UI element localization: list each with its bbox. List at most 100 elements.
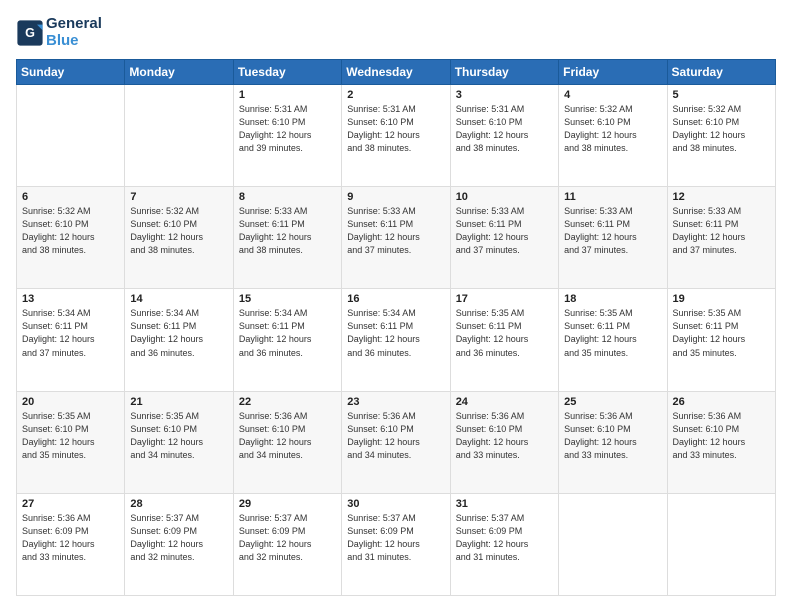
- calendar-cell: 28 Sunrise: 5:37 AM Sunset: 6:09 PM Dayli…: [125, 493, 233, 595]
- calendar-cell: 29 Sunrise: 5:37 AM Sunset: 6:09 PM Dayli…: [233, 493, 341, 595]
- day-number: 4: [564, 89, 661, 101]
- day-info: Sunrise: 5:36 AM Sunset: 6:10 PM Dayligh…: [456, 410, 553, 462]
- calendar-cell: 4 Sunrise: 5:32 AM Sunset: 6:10 PM Daylig…: [559, 85, 667, 187]
- calendar-cell: 30 Sunrise: 5:37 AM Sunset: 6:09 PM Dayli…: [342, 493, 450, 595]
- calendar-cell: 12 Sunrise: 5:33 AM Sunset: 6:11 PM Dayli…: [667, 187, 775, 289]
- calendar-cell: 21 Sunrise: 5:35 AM Sunset: 6:10 PM Dayli…: [125, 391, 233, 493]
- day-number: 20: [22, 396, 119, 408]
- day-number: 17: [456, 293, 553, 305]
- calendar-cell: 23 Sunrise: 5:36 AM Sunset: 6:10 PM Dayli…: [342, 391, 450, 493]
- day-info: Sunrise: 5:33 AM Sunset: 6:11 PM Dayligh…: [456, 205, 553, 257]
- calendar-cell: 26 Sunrise: 5:36 AM Sunset: 6:10 PM Dayli…: [667, 391, 775, 493]
- day-info: Sunrise: 5:34 AM Sunset: 6:11 PM Dayligh…: [130, 307, 227, 359]
- day-info: Sunrise: 5:33 AM Sunset: 6:11 PM Dayligh…: [347, 205, 444, 257]
- day-info: Sunrise: 5:35 AM Sunset: 6:10 PM Dayligh…: [22, 410, 119, 462]
- calendar-cell: 31Sunrise: 5:37 AM Sunset: 6:09 PM Dayli…: [450, 493, 558, 595]
- calendar-cell: 27Sunrise: 5:36 AM Sunset: 6:09 PM Dayli…: [17, 493, 125, 595]
- calendar-cell: 22Sunrise: 5:36 AM Sunset: 6:10 PM Dayli…: [233, 391, 341, 493]
- day-number: 24: [456, 396, 553, 408]
- day-number: 12: [673, 191, 770, 203]
- day-number: 1: [239, 89, 336, 101]
- day-info: Sunrise: 5:33 AM Sunset: 6:11 PM Dayligh…: [239, 205, 336, 257]
- calendar-cell: [667, 493, 775, 595]
- calendar-cell: 16 Sunrise: 5:34 AM Sunset: 6:11 PM Dayli…: [342, 289, 450, 391]
- calendar-cell: 20 Sunrise: 5:35 AM Sunset: 6:10 PM Dayli…: [17, 391, 125, 493]
- day-number: 30: [347, 498, 444, 510]
- calendar-cell: [17, 85, 125, 187]
- day-info: Sunrise: 5:37 AM Sunset: 6:09 PM Dayligh…: [456, 512, 553, 564]
- calendar-cell: 13Sunrise: 5:34 AM Sunset: 6:11 PM Dayli…: [17, 289, 125, 391]
- calendar-week-row: 6 Sunrise: 5:32 AM Sunset: 6:10 PM Daylig…: [17, 187, 776, 289]
- calendar-cell: 11 Sunrise: 5:33 AM Sunset: 6:11 PM Dayli…: [559, 187, 667, 289]
- day-info: Sunrise: 5:37 AM Sunset: 6:09 PM Dayligh…: [239, 512, 336, 564]
- day-info: Sunrise: 5:36 AM Sunset: 6:10 PM Dayligh…: [564, 410, 661, 462]
- svg-text:G: G: [25, 26, 35, 40]
- day-number: 26: [673, 396, 770, 408]
- day-info: Sunrise: 5:37 AM Sunset: 6:09 PM Dayligh…: [347, 512, 444, 564]
- day-info: Sunrise: 5:34 AM Sunset: 6:11 PM Dayligh…: [22, 307, 119, 359]
- day-number: 9: [347, 191, 444, 203]
- day-number: 22: [239, 396, 336, 408]
- col-header-wednesday: Wednesday: [342, 60, 450, 85]
- day-info: Sunrise: 5:33 AM Sunset: 6:11 PM Dayligh…: [564, 205, 661, 257]
- calendar-cell: [125, 85, 233, 187]
- calendar-cell: 18 Sunrise: 5:35 AM Sunset: 6:11 PM Dayli…: [559, 289, 667, 391]
- day-info: Sunrise: 5:31 AM Sunset: 6:10 PM Dayligh…: [456, 103, 553, 155]
- calendar-week-row: 27Sunrise: 5:36 AM Sunset: 6:09 PM Dayli…: [17, 493, 776, 595]
- day-info: Sunrise: 5:35 AM Sunset: 6:11 PM Dayligh…: [456, 307, 553, 359]
- day-info: Sunrise: 5:36 AM Sunset: 6:10 PM Dayligh…: [347, 410, 444, 462]
- day-number: 11: [564, 191, 661, 203]
- calendar-cell: 1 Sunrise: 5:31 AM Sunset: 6:10 PM Daylig…: [233, 85, 341, 187]
- calendar-week-row: 20 Sunrise: 5:35 AM Sunset: 6:10 PM Dayli…: [17, 391, 776, 493]
- day-number: 14: [130, 293, 227, 305]
- calendar-cell: 10 Sunrise: 5:33 AM Sunset: 6:11 PM Dayli…: [450, 187, 558, 289]
- day-number: 19: [673, 293, 770, 305]
- col-header-thursday: Thursday: [450, 60, 558, 85]
- day-info: Sunrise: 5:33 AM Sunset: 6:11 PM Dayligh…: [673, 205, 770, 257]
- day-info: Sunrise: 5:35 AM Sunset: 6:10 PM Dayligh…: [130, 410, 227, 462]
- day-number: 16: [347, 293, 444, 305]
- calendar-header-row: SundayMondayTuesdayWednesdayThursdayFrid…: [17, 60, 776, 85]
- day-info: Sunrise: 5:34 AM Sunset: 6:11 PM Dayligh…: [239, 307, 336, 359]
- day-number: 8: [239, 191, 336, 203]
- day-number: 5: [673, 89, 770, 101]
- calendar-cell: 17 Sunrise: 5:35 AM Sunset: 6:11 PM Dayli…: [450, 289, 558, 391]
- day-info: Sunrise: 5:37 AM Sunset: 6:09 PM Dayligh…: [130, 512, 227, 564]
- day-number: 28: [130, 498, 227, 510]
- day-number: 2: [347, 89, 444, 101]
- calendar-cell: 2 Sunrise: 5:31 AM Sunset: 6:10 PM Daylig…: [342, 85, 450, 187]
- logo-text: General Blue: [46, 16, 102, 49]
- calendar-table: SundayMondayTuesdayWednesdayThursdayFrid…: [16, 59, 776, 596]
- day-number: 6: [22, 191, 119, 203]
- calendar-cell: 19 Sunrise: 5:35 AM Sunset: 6:11 PM Dayli…: [667, 289, 775, 391]
- day-number: 21: [130, 396, 227, 408]
- calendar-cell: 7Sunrise: 5:32 AM Sunset: 6:10 PM Daylig…: [125, 187, 233, 289]
- day-number: 7: [130, 191, 227, 203]
- calendar-cell: 8 Sunrise: 5:33 AM Sunset: 6:11 PM Daylig…: [233, 187, 341, 289]
- day-number: 25: [564, 396, 661, 408]
- day-info: Sunrise: 5:32 AM Sunset: 6:10 PM Dayligh…: [564, 103, 661, 155]
- col-header-friday: Friday: [559, 60, 667, 85]
- day-number: 18: [564, 293, 661, 305]
- day-info: Sunrise: 5:36 AM Sunset: 6:10 PM Dayligh…: [673, 410, 770, 462]
- day-info: Sunrise: 5:32 AM Sunset: 6:10 PM Dayligh…: [673, 103, 770, 155]
- day-info: Sunrise: 5:31 AM Sunset: 6:10 PM Dayligh…: [239, 103, 336, 155]
- calendar-page: G General Blue SundayMondayTuesdayWednes…: [0, 0, 792, 612]
- day-number: 29: [239, 498, 336, 510]
- calendar-cell: 6 Sunrise: 5:32 AM Sunset: 6:10 PM Daylig…: [17, 187, 125, 289]
- col-header-tuesday: Tuesday: [233, 60, 341, 85]
- day-info: Sunrise: 5:35 AM Sunset: 6:11 PM Dayligh…: [673, 307, 770, 359]
- day-info: Sunrise: 5:31 AM Sunset: 6:10 PM Dayligh…: [347, 103, 444, 155]
- calendar-week-row: 13Sunrise: 5:34 AM Sunset: 6:11 PM Dayli…: [17, 289, 776, 391]
- calendar-cell: 14 Sunrise: 5:34 AM Sunset: 6:11 PM Dayli…: [125, 289, 233, 391]
- header: G General Blue: [16, 16, 776, 49]
- day-info: Sunrise: 5:34 AM Sunset: 6:11 PM Dayligh…: [347, 307, 444, 359]
- day-info: Sunrise: 5:35 AM Sunset: 6:11 PM Dayligh…: [564, 307, 661, 359]
- day-number: 23: [347, 396, 444, 408]
- day-number: 3: [456, 89, 553, 101]
- col-header-monday: Monday: [125, 60, 233, 85]
- day-number: 15: [239, 293, 336, 305]
- day-number: 10: [456, 191, 553, 203]
- day-info: Sunrise: 5:32 AM Sunset: 6:10 PM Dayligh…: [22, 205, 119, 257]
- day-number: 27: [22, 498, 119, 510]
